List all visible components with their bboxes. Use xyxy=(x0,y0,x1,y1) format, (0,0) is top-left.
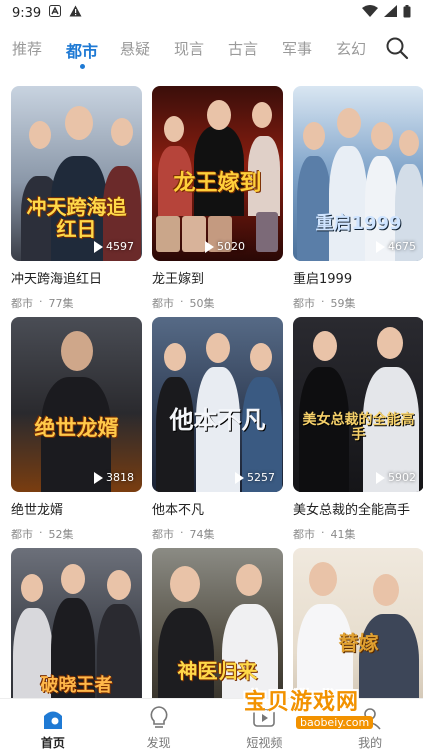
drama-card[interactable]: 他本不凡 5257 他本不凡 都市 · 74集 xyxy=(152,317,283,542)
play-count: 5257 xyxy=(235,471,275,484)
tab-xianyan[interactable]: 现言 xyxy=(174,28,228,72)
drama-card[interactable]: 重启1999 4675 重启1999 都市 · 59集 xyxy=(293,86,423,311)
drama-poster[interactable]: 龙王嫁到 5020 xyxy=(152,86,283,261)
bulb-icon xyxy=(150,706,168,728)
tab-tuijian[interactable]: 推荐 xyxy=(12,28,66,72)
drama-title: 他本不凡 xyxy=(152,503,205,518)
drama-meta: 都市 · 59集 xyxy=(293,295,356,310)
poster-title: 破晓王者 xyxy=(40,675,113,696)
play-icon xyxy=(205,240,214,253)
wifi-icon xyxy=(362,5,378,21)
poster-title: 美女总裁的全能高手 xyxy=(302,412,415,444)
poster-title: 冲天跨海追红日 xyxy=(26,195,127,241)
signal-icon xyxy=(384,5,397,21)
drama-meta: 都市 · 50集 xyxy=(152,295,215,310)
poster-title: 龙王嫁到 xyxy=(173,171,262,196)
site-watermark: 宝贝游戏网 baobeiy.com xyxy=(244,684,394,744)
play-count: 3818 xyxy=(94,471,134,484)
tab-junshi[interactable]: 军事 xyxy=(282,28,336,72)
drama-grid: 冲天跨海追红日 4597 冲天跨海追红日 都市 · 77集 龙王嫁到 5020 龙王… xyxy=(0,80,423,698)
search-icon xyxy=(386,37,409,60)
poster-title: 神医归来 xyxy=(177,659,258,683)
drama-poster[interactable]: 冲天跨海追红日 4597 xyxy=(11,86,142,261)
tab-xuanyi[interactable]: 悬疑 xyxy=(120,28,174,72)
drama-title: 重启1999 xyxy=(293,272,353,287)
home-icon xyxy=(43,711,62,729)
drama-card[interactable]: 破晓王者 xyxy=(11,548,142,698)
drama-card[interactable]: 美女总裁的全能高手 5902 美女总裁的全能高手 都市 · 41集 xyxy=(293,317,423,542)
drama-poster[interactable]: 重启1999 4675 xyxy=(293,86,423,261)
status-bar: 9:39 xyxy=(0,0,423,26)
search-button[interactable] xyxy=(385,36,411,62)
play-count: 5902 xyxy=(376,471,416,484)
active-tab-indicator xyxy=(80,64,85,69)
drama-card[interactable]: 冲天跨海追红日 4597 冲天跨海追红日 都市 · 77集 xyxy=(11,86,142,311)
drama-poster[interactable]: 破晓王者 xyxy=(11,548,142,698)
play-icon xyxy=(94,240,103,253)
poster-title: 绝世龙婿 xyxy=(34,416,119,440)
notification-a-icon xyxy=(49,5,62,21)
drama-title: 冲天跨海追红日 xyxy=(11,272,103,287)
play-icon xyxy=(94,471,103,484)
drama-meta: 都市 · 74集 xyxy=(152,526,215,541)
tab-xuanhuan[interactable]: 玄幻 xyxy=(336,28,390,72)
drama-meta: 都市 · 52集 xyxy=(11,526,74,541)
battery-icon xyxy=(403,4,411,22)
poster-title: 替嫁 xyxy=(338,631,379,655)
drama-card[interactable]: 绝世龙婿 3818 绝世龙婿 都市 · 52集 xyxy=(11,317,142,542)
play-icon xyxy=(376,471,385,484)
play-icon xyxy=(376,240,385,253)
tab-guyan[interactable]: 古言 xyxy=(228,28,282,72)
nav-discover[interactable]: 发现 xyxy=(106,699,212,753)
drama-poster[interactable]: 他本不凡 5257 xyxy=(152,317,283,492)
drama-poster[interactable]: 美女总裁的全能高手 5902 xyxy=(293,317,423,492)
drama-poster[interactable]: 绝世龙婿 3818 xyxy=(11,317,142,492)
play-count: 4597 xyxy=(94,240,134,253)
tab-dushi[interactable]: 都市 xyxy=(66,28,120,72)
drama-card[interactable]: 替嫁 xyxy=(293,548,423,698)
drama-card[interactable]: 神医归来 xyxy=(152,548,283,698)
poster-title: 他本不凡 xyxy=(169,406,266,434)
play-count: 5020 xyxy=(205,240,245,253)
drama-title: 绝世龙婿 xyxy=(11,503,64,518)
drama-card[interactable]: 龙王嫁到 5020 龙王嫁到 都市 · 50集 xyxy=(152,86,283,311)
drama-poster[interactable]: 替嫁 xyxy=(293,548,423,698)
poster-title: 重启1999 xyxy=(315,213,402,234)
drama-meta: 都市 · 77集 xyxy=(11,295,74,310)
warning-icon xyxy=(69,5,82,21)
drama-title: 美女总裁的全能高手 xyxy=(293,503,411,518)
drama-title: 龙王嫁到 xyxy=(152,272,205,287)
status-time: 9:39 xyxy=(12,5,42,21)
category-tabs: 推荐 都市 悬疑 现言 古言 军事 玄幻 xyxy=(0,28,423,72)
play-icon xyxy=(235,471,244,484)
drama-meta: 都市 · 41集 xyxy=(293,526,356,541)
play-count: 4675 xyxy=(376,240,416,253)
drama-poster[interactable]: 神医归来 xyxy=(152,548,283,698)
nav-home[interactable]: 首页 xyxy=(0,699,106,753)
